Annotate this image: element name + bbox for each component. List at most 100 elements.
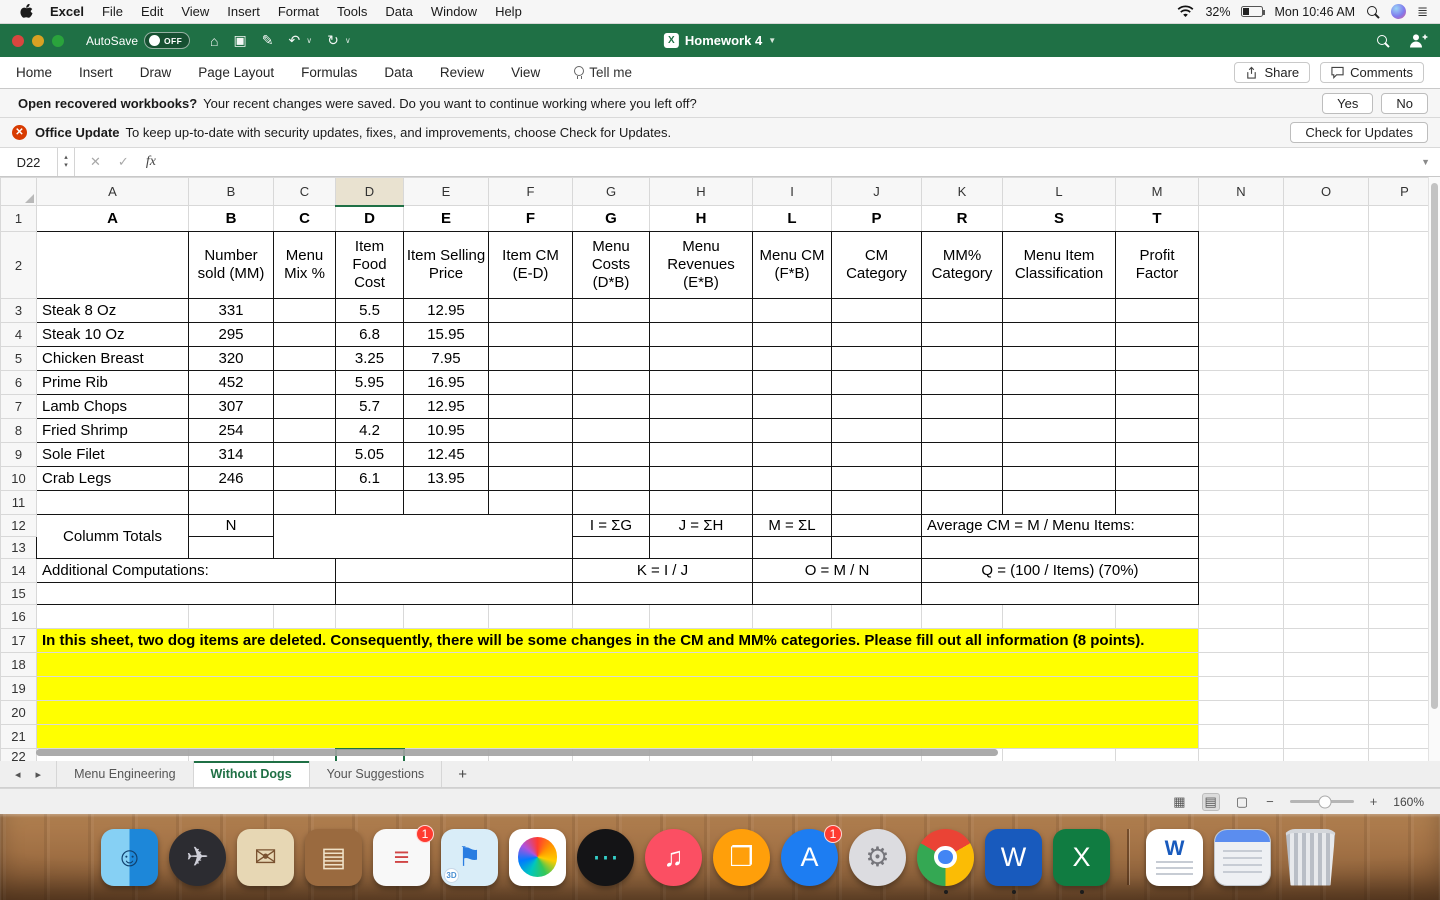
cell[interactable] [1283, 628, 1369, 653]
menu-excel[interactable]: Excel [41, 4, 93, 19]
sheet-tab-without-dogs[interactable]: Without Dogs [193, 761, 310, 787]
selling-price[interactable]: 16.95 [403, 370, 489, 395]
share-people-icon[interactable] [1408, 33, 1428, 48]
cell[interactable] [921, 490, 1003, 515]
cell[interactable]: Item Food Cost [335, 231, 404, 299]
cell[interactable] [1283, 700, 1369, 725]
column-header-L[interactable]: L [1002, 177, 1116, 206]
selling-price[interactable]: 7.95 [403, 346, 489, 371]
cell[interactable] [752, 604, 832, 629]
cell[interactable] [1198, 676, 1284, 701]
zoom-out-icon[interactable]: − [1264, 794, 1276, 809]
row-header-9[interactable]: 9 [0, 442, 37, 467]
cell[interactable] [36, 676, 1199, 701]
cell[interactable] [921, 394, 1003, 419]
formula-input[interactable] [156, 148, 1421, 176]
cell[interactable] [831, 394, 922, 419]
highlighted-note[interactable]: In this sheet, two dog items are deleted… [36, 628, 1199, 653]
cell[interactable] [1002, 604, 1116, 629]
cell[interactable] [831, 514, 922, 537]
yes-button[interactable]: Yes [1322, 92, 1374, 114]
cell[interactable] [403, 604, 489, 629]
cell[interactable] [1002, 490, 1116, 515]
cell[interactable]: D [335, 205, 404, 232]
row-header-14[interactable]: 14 [0, 558, 37, 583]
cell[interactable] [572, 298, 650, 323]
column-header-B[interactable]: B [188, 177, 274, 206]
cell[interactable] [831, 346, 922, 371]
document-title-group[interactable]: X Homework 4 ▼ [663, 33, 776, 48]
cell[interactable]: Profit Factor [1115, 231, 1199, 299]
cell[interactable] [1115, 298, 1199, 323]
cell[interactable] [1115, 604, 1199, 629]
cell[interactable] [488, 442, 573, 467]
cell[interactable] [752, 298, 832, 323]
selling-price[interactable]: 13.95 [403, 466, 489, 491]
cell[interactable] [572, 394, 650, 419]
cell[interactable] [572, 346, 650, 371]
comments-button[interactable]: Comments [1320, 62, 1424, 83]
cell[interactable]: Menu Revenues (E*B) [649, 231, 753, 299]
menu-help[interactable]: Help [486, 4, 531, 19]
cell[interactable] [1198, 322, 1284, 347]
keyboard-shortcuts-icon[interactable]: ▦ [1171, 794, 1187, 810]
cell[interactable] [335, 490, 404, 515]
column-header-C[interactable]: C [273, 177, 336, 206]
cell[interactable]: Number sold (MM) [188, 231, 274, 299]
cell[interactable] [921, 322, 1003, 347]
cell[interactable] [488, 466, 573, 491]
cell[interactable]: G [572, 205, 650, 232]
undo-chevron-icon[interactable]: ∨ [306, 36, 312, 45]
cell[interactable] [1198, 205, 1284, 232]
cell[interactable] [752, 418, 832, 443]
cell[interactable]: Menu Mix % [273, 231, 336, 299]
menu-tools[interactable]: Tools [328, 4, 376, 19]
menu-view[interactable]: View [172, 4, 218, 19]
menu-insert[interactable]: Insert [218, 4, 269, 19]
cell[interactable] [831, 322, 922, 347]
next-sheet-icon[interactable]: ▸ [36, 768, 42, 781]
cell[interactable] [273, 604, 336, 629]
cell[interactable] [1198, 536, 1284, 559]
wifi-icon[interactable] [1177, 5, 1194, 18]
cell[interactable] [335, 558, 573, 583]
cell[interactable] [921, 346, 1003, 371]
normal-view-icon[interactable]: ▤ [1201, 792, 1220, 811]
zoom-slider[interactable] [1289, 795, 1354, 808]
name-box[interactable]: D22 [0, 148, 58, 176]
vertical-scrollbar[interactable] [1428, 177, 1440, 761]
cell[interactable]: P [831, 205, 922, 232]
cell[interactable]: Item Selling Price [403, 231, 489, 299]
tell-me-control[interactable]: Tell me [573, 65, 632, 80]
cell[interactable] [752, 346, 832, 371]
selling-price[interactable]: 12.95 [403, 394, 489, 419]
cell[interactable] [1198, 652, 1284, 677]
stepper-down-icon[interactable]: ▾ [64, 162, 68, 170]
cell[interactable] [1283, 582, 1369, 605]
zoom-window-button[interactable] [52, 34, 64, 47]
cell[interactable] [1283, 604, 1369, 629]
cell[interactable] [1115, 370, 1199, 395]
cell[interactable] [188, 536, 274, 559]
cell[interactable] [921, 418, 1003, 443]
dock-contacts[interactable]: ▤ [305, 828, 362, 886]
formula-o[interactable]: O = M / N [752, 558, 922, 583]
column-header-I[interactable]: I [752, 177, 832, 206]
cell[interactable] [831, 418, 922, 443]
cell[interactable] [488, 370, 573, 395]
cell[interactable] [1002, 394, 1116, 419]
undo-icon[interactable]: ↶ [288, 32, 300, 49]
cell[interactable] [488, 418, 573, 443]
cell[interactable] [572, 536, 650, 559]
dock-excel[interactable]: X [1053, 828, 1110, 894]
cell[interactable] [1283, 466, 1369, 491]
cell[interactable] [273, 418, 336, 443]
notification-center-icon[interactable]: ≣ [1417, 4, 1428, 20]
cell[interactable] [572, 322, 650, 347]
row-header-7[interactable]: 7 [0, 394, 37, 419]
cell[interactable] [1115, 490, 1199, 515]
cell[interactable] [335, 582, 573, 605]
cell[interactable] [831, 536, 922, 559]
cell[interactable] [1002, 322, 1116, 347]
apple-menu[interactable] [12, 4, 41, 19]
